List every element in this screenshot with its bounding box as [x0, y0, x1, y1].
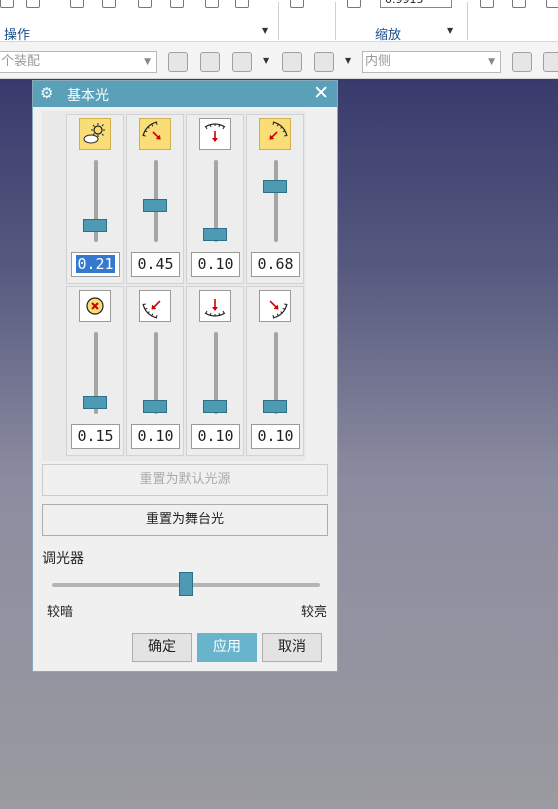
light-front-value-field[interactable]: 0.15	[71, 424, 120, 449]
dialog-title: 基本光	[67, 88, 109, 104]
ribbon-tool-icon[interactable]	[102, 0, 116, 8]
chevron-down-icon[interactable]: ▼	[262, 26, 268, 35]
assembly-filter-icon[interactable]	[168, 52, 188, 72]
light-top-right-value: 0.68	[257, 255, 294, 273]
gear-icon: ⚙	[40, 84, 54, 102]
ribbon-tool-icon[interactable]	[138, 0, 152, 8]
side-combo[interactable]: 内侧 ▼	[362, 51, 501, 73]
ribbon-tool-icon[interactable]	[512, 0, 526, 8]
ribbon-tool-icon[interactable]	[546, 0, 558, 8]
snap-point-icon[interactable]	[282, 52, 302, 72]
light-sliders-panel: 0.21 0.45 0.10 0.68 0.15 0.10 0.10 0.10	[42, 111, 306, 461]
bottom-right-light-icon[interactable]	[259, 290, 291, 322]
assembly-scope-combo[interactable]: 个装配 ▼	[0, 51, 157, 73]
light-bottom-value: 0.10	[197, 427, 234, 445]
light-ambient-value: 0.21	[76, 255, 115, 273]
ribbon-tool-icon[interactable]	[70, 0, 84, 8]
chevron-down-icon[interactable]: ▼	[447, 26, 453, 35]
light-bottom-left-value: 0.10	[137, 427, 174, 445]
light-top-left-column: 0.45	[126, 114, 184, 284]
light-bottom-left-value-field[interactable]: 0.10	[131, 424, 180, 449]
light-top-left-value-field[interactable]: 0.45	[131, 252, 180, 277]
bottom-left-light-icon[interactable]	[139, 290, 171, 322]
ambient-light-icon[interactable]	[79, 118, 111, 150]
light-top-right-column: 0.68	[246, 114, 304, 284]
light-top-slider-thumb[interactable]	[203, 228, 227, 241]
light-bottom-right-value: 0.10	[257, 427, 294, 445]
dimmer-label: 调光器	[42, 551, 84, 567]
reset-stage-lights-button[interactable]: 重置为舞台光	[42, 504, 328, 536]
view-cube-icon[interactable]	[512, 52, 532, 72]
ribbon: 操作 ▼ 0.9915 缩放 ▼	[0, 0, 558, 43]
top-right-light-icon[interactable]	[259, 118, 291, 150]
chevron-down-icon[interactable]: ▼	[263, 56, 269, 65]
light-ambient-value-field[interactable]: 0.21	[71, 252, 120, 277]
close-icon[interactable]: ✕	[313, 82, 329, 104]
side-combo-value: 内侧	[365, 54, 392, 69]
light-top-left-value: 0.45	[137, 255, 174, 273]
light-front-column: 0.15	[66, 286, 124, 456]
dialog-title-bar[interactable]: ⚙ 基本光 ✕	[33, 81, 337, 107]
light-ambient-slider-thumb[interactable]	[83, 219, 107, 232]
selection-toolbar: 个装配 ▼ ▼ ▼ 内侧 ▼	[0, 42, 558, 79]
light-bottom-right-value-field[interactable]: 0.10	[251, 424, 300, 449]
ribbon-group-zoom-label: 缩放	[375, 28, 402, 43]
chevron-down-icon: ▼	[488, 57, 495, 67]
chevron-down-icon[interactable]: ▼	[345, 56, 351, 65]
dimmer-high-label: 较亮	[300, 605, 327, 620]
separator	[335, 2, 336, 40]
assembly-scope-combo-value: 个装配	[1, 54, 41, 69]
light-front-value: 0.15	[77, 427, 114, 445]
top-left-light-icon[interactable]	[139, 118, 171, 150]
light-ambient-column: 0.21	[66, 114, 124, 284]
light-bottom-column: 0.10	[186, 286, 244, 456]
light-bottom-value-field[interactable]: 0.10	[191, 424, 240, 449]
front-light-icon[interactable]	[79, 290, 111, 322]
light-bottom-left-column: 0.10	[126, 286, 184, 456]
component-icon[interactable]	[232, 52, 252, 72]
chevron-down-icon: ▼	[144, 57, 151, 67]
ribbon-tool-icon[interactable]	[480, 0, 494, 8]
top-light-icon[interactable]	[199, 118, 231, 150]
cancel-button[interactable]: 取消	[262, 633, 322, 662]
light-top-column: 0.10	[186, 114, 244, 284]
basic-lights-dialog: ⚙ 基本光 ✕ 0.21 0.45 0.10 0.68 0.15 0.10 0.10 0.10…	[32, 80, 338, 672]
ribbon-tool-icon[interactable]	[205, 0, 219, 8]
light-front-slider-thumb[interactable]	[83, 396, 107, 409]
ribbon-tool-icon[interactable]	[26, 0, 40, 8]
ribbon-tool-icon[interactable]	[170, 0, 184, 8]
ribbon-tool-icon[interactable]	[235, 0, 249, 8]
view-cube-icon[interactable]	[543, 52, 558, 72]
light-top-right-slider-thumb[interactable]	[263, 180, 287, 193]
light-top-left-slider-thumb[interactable]	[143, 199, 167, 212]
light-top-right-value-field[interactable]: 0.68	[251, 252, 300, 277]
selection-box-icon[interactable]	[314, 52, 334, 72]
bottom-light-icon[interactable]	[199, 290, 231, 322]
light-bottom-right-slider-thumb[interactable]	[263, 400, 287, 413]
move-icon[interactable]	[200, 52, 220, 72]
light-top-value-field[interactable]: 0.10	[191, 252, 240, 277]
light-bottom-left-slider-thumb[interactable]	[143, 400, 167, 413]
light-top-value: 0.10	[197, 255, 234, 273]
light-top-right-slider-track[interactable]	[274, 160, 278, 242]
ribbon-group-operations-label: 操作	[4, 28, 31, 43]
ribbon-tool-icon[interactable]	[290, 0, 304, 8]
zoom-value-field[interactable]: 0.9915	[380, 0, 452, 8]
separator	[467, 2, 468, 40]
dimmer-low-label: 较暗	[47, 605, 74, 620]
dimmer-slider-thumb[interactable]	[179, 572, 193, 596]
ribbon-tool-icon[interactable]	[0, 0, 14, 8]
reset-default-lights-button[interactable]: 重置为默认光源	[42, 464, 328, 496]
ok-button[interactable]: 确定	[132, 633, 192, 662]
light-bottom-right-column: 0.10	[246, 286, 304, 456]
zoom-icon[interactable]	[347, 0, 361, 8]
light-bottom-slider-thumb[interactable]	[203, 400, 227, 413]
separator	[278, 2, 279, 40]
apply-button[interactable]: 应用	[197, 633, 257, 662]
